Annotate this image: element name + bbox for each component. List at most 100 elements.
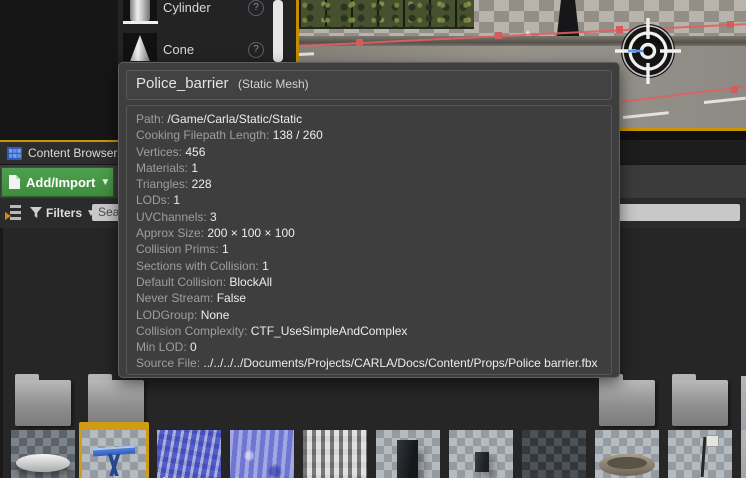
asset-thumbnail	[595, 430, 659, 478]
tooltip-row-value: BlockAll	[229, 274, 273, 289]
tooltip-row-label: Path:	[136, 112, 168, 126]
cone-shape-icon	[123, 33, 157, 61]
spline-point[interactable]	[356, 39, 363, 46]
tooltip-row-value: 1	[222, 242, 229, 257]
tooltip-row-label: Materials:	[136, 160, 192, 175]
asset-tile-sm_basket1[interactable]: SM_basket1	[665, 422, 735, 478]
tooltip-row: Approx Size: 200 × 100 × 100	[136, 225, 602, 241]
tooltip-row-value: /Game/Carla/Static/Static	[167, 112, 303, 126]
help-icon[interactable]: ?	[248, 42, 264, 58]
unreal-editor-window: Cylinder ? Cone ? Content Browser Add/Im…	[0, 0, 746, 478]
spline-point[interactable]	[731, 86, 738, 93]
tooltip-row-label: Cooking Filepath Length:	[136, 128, 273, 143]
spline-point[interactable]	[495, 32, 502, 39]
thumb-underline	[123, 21, 158, 24]
tooltip-row: LODGroup: None	[136, 307, 602, 323]
asset-tile-police_crowd_barrier_material base[interactable]: ✱VTPolice_Crowd_Barrier_Material Base	[154, 422, 224, 478]
tooltip-row: Materials: 1	[136, 160, 602, 176]
add-import-label: Add/Import	[26, 174, 96, 190]
asset-tile-sm_atmcashier[interactable]: SM_AtmCashier	[446, 422, 516, 478]
tooltip-row-label: Default Collision:	[136, 274, 230, 289]
tooltip-row-label: Sections with Collision:	[136, 258, 263, 273]
tooltip-row-label: Collision Complexity:	[136, 323, 251, 338]
tooltip-row-label: Source File:	[136, 356, 204, 371]
tooltip-row: Triangles: 228	[136, 176, 602, 192]
spline-point[interactable]	[727, 21, 734, 28]
filters-button[interactable]: Filters ▼	[30, 203, 96, 223]
filter-funnel-icon	[30, 207, 42, 218]
tooltip-header: Police_barrier (Static Mesh)	[126, 70, 612, 100]
tab-content-browser[interactable]: Content Browser	[0, 140, 118, 164]
tooltip-row-value: 456	[185, 144, 206, 159]
folder-icon	[672, 374, 728, 426]
tooltip-asset-type: (Static Mesh)	[238, 77, 309, 91]
tooltip-row-label: LODGroup:	[136, 307, 201, 322]
green-fence	[299, 0, 474, 29]
editor-background	[0, 0, 118, 140]
content-browser-grid-icon	[7, 146, 22, 160]
sources-toggle-arrow-icon	[5, 212, 11, 220]
tooltip-body: Path: /Game/Carla/Static/Static Cooking F…	[126, 105, 612, 375]
tooltip-row-label: Never Stream:	[136, 291, 217, 306]
asset-thumbnail	[522, 430, 586, 478]
tooltip-row-value: None	[200, 307, 230, 322]
tooltip-row: Min LOD: 0	[136, 339, 602, 355]
asset-tile-s[interactable]: S	[738, 422, 746, 478]
tooltip-row-value: False	[216, 291, 247, 306]
tooltip-row: Path: /Game/Carla/Static/Static	[136, 111, 602, 127]
cylinder-shape-icon	[123, 0, 157, 21]
tooltip-row: Source File: ../../../../Documents/Proje…	[136, 355, 602, 371]
asset-thumbnail	[11, 430, 75, 478]
tooltip-row-label: LODs:	[136, 193, 174, 208]
asset-tile-platform_cylinder[interactable]: Platform_cylinder	[8, 422, 78, 478]
asset-thumbnail: ✱VT	[157, 430, 221, 478]
help-icon[interactable]: ?	[248, 0, 264, 16]
asset-thumbnail	[741, 430, 746, 478]
asset-thumbnail: ✱VT	[303, 430, 367, 478]
tooltip-row-value: ../../../../Documents/Projects/CARLA/Doc…	[203, 356, 598, 371]
asset-thumbnail	[449, 430, 513, 478]
sources-panel-toggle[interactable]	[5, 205, 21, 220]
chevron-down-icon: ▼	[100, 176, 111, 188]
tooltip-row-value: 1	[191, 160, 199, 175]
place-item-cylinder[interactable]: Cylinder ?	[118, 0, 296, 30]
tooltip-row-label: UVChannels:	[136, 209, 211, 224]
asset-tile-police_barrier[interactable]: Police_barrier	[79, 422, 149, 478]
folder-icon	[88, 374, 144, 426]
asset-tooltip: Police_barrier (Static Mesh) Path: /Game…	[118, 62, 620, 378]
asset-tile-police_crowd_barrier_material[interactable]: ✱VTPolice_Crowd_Barrier_Material	[300, 422, 370, 478]
tooltip-row-value: 0	[190, 340, 197, 355]
asset-tile-sm_atm[interactable]: SM_Atm	[373, 422, 443, 478]
tooltip-row-value: CTF_UseSimpleAndComplex	[250, 323, 408, 338]
tooltip-row: Sections with Collision: 1	[136, 258, 602, 274]
tooltip-row-label: Vertices:	[136, 144, 186, 159]
place-item-label: Cylinder	[163, 0, 211, 15]
folder-icon	[15, 374, 71, 426]
tooltip-row-value: 138 / 260	[272, 128, 323, 143]
filters-label: Filters	[46, 206, 83, 220]
tooltip-row-label: Min LOD:	[136, 340, 191, 355]
crosshair-target-icon	[615, 18, 681, 84]
tooltip-row: Vertices: 456	[136, 144, 602, 160]
tooltip-row-value: 3	[210, 209, 217, 224]
tooltip-row: Never Stream: False	[136, 290, 602, 306]
tooltip-row-value: 200 × 100 × 100	[207, 226, 295, 241]
asset-tile-sm_base_02[interactable]: SM_Base_02	[592, 422, 662, 478]
tooltip-row-label: Collision Prims:	[136, 242, 223, 257]
tooltip-row-label: Approx Size:	[136, 226, 208, 241]
place-item-label: Cone	[163, 42, 195, 57]
tooltip-row-value: 1	[262, 258, 269, 273]
tooltip-row: LODs: 1	[136, 192, 602, 208]
tooltip-row-value: 228	[191, 177, 212, 192]
asset-tile-police_crowd_barrier_material[interactable]: ✱VTPolice_Crowd_Barrier_Material	[227, 422, 297, 478]
scrollbar[interactable]	[273, 0, 283, 62]
add-import-button[interactable]: Add/Import ▼	[1, 167, 114, 197]
tab-label: Content Browser	[28, 146, 118, 160]
asset-thumbnail: ✱VT	[230, 430, 294, 478]
asset-thumbnail	[668, 430, 732, 478]
add-import-doc-icon	[9, 175, 20, 189]
asset-tile-sm_barrier[interactable]: SM_Barrier	[519, 422, 589, 478]
tooltip-row-label: Triangles:	[136, 177, 192, 192]
folder-icon	[599, 374, 655, 426]
tooltip-row: Cooking Filepath Length: 138 / 260	[136, 127, 602, 143]
